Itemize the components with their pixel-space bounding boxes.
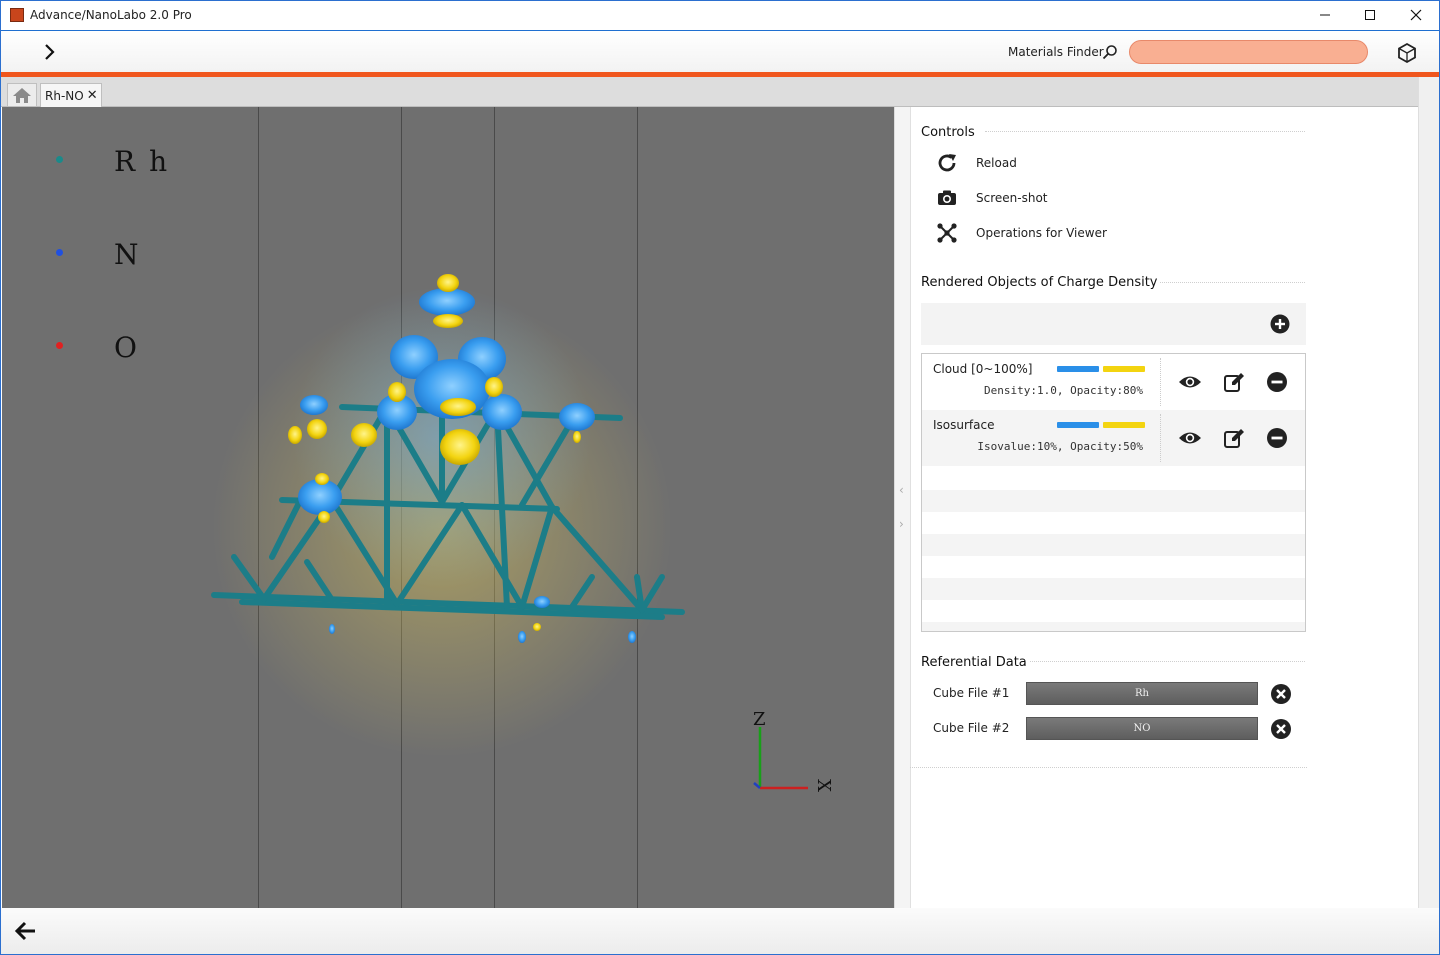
x-axis-label: X <box>812 779 834 792</box>
eye-icon <box>1179 376 1201 388</box>
reload-button[interactable]: Reload <box>935 149 1235 177</box>
operations-icon <box>935 221 959 245</box>
minus-circle-icon <box>1267 428 1287 448</box>
minimize-button[interactable] <box>1302 0 1348 30</box>
minimize-icon <box>1320 14 1330 16</box>
section-divider <box>910 767 1307 768</box>
scrollbar[interactable] <box>1418 77 1439 908</box>
back-button[interactable] <box>13 920 37 942</box>
materials-finder-search-input[interactable] <box>1129 40 1368 64</box>
materials-finder-text: Materials Finder <box>1008 45 1104 59</box>
rendered-objects-title: Rendered Objects of Charge Density <box>921 275 1158 290</box>
maximize-button[interactable] <box>1347 0 1393 30</box>
close-button[interactable] <box>1393 0 1439 30</box>
reload-label: Reload <box>976 156 1017 170</box>
rendered-object-row[interactable]: Isosurface Isovalue:10%, Opacity:50% <box>922 410 1305 466</box>
referential-data-title: Referential Data <box>921 655 1027 670</box>
collapse-left-icon[interactable]: ‹ <box>899 483 904 497</box>
reload-icon <box>935 151 959 175</box>
negative-color-swatch[interactable] <box>1057 422 1099 428</box>
edit-icon <box>1224 429 1244 448</box>
chevron-right-icon <box>45 44 55 60</box>
remove-button[interactable] <box>1265 370 1289 394</box>
tab-home[interactable] <box>7 83 37 107</box>
minus-circle-icon <box>1267 372 1287 392</box>
z-axis-label: Z <box>753 709 766 730</box>
screenshot-label: Screen-shot <box>976 191 1048 205</box>
screenshot-button[interactable]: Screen-shot <box>935 184 1235 212</box>
title-bar <box>0 0 1440 31</box>
operations-button[interactable]: Operations for Viewer <box>935 219 1235 247</box>
app-icon <box>10 8 24 22</box>
panel-splitter[interactable]: ‹ › <box>894 107 910 908</box>
visibility-button[interactable] <box>1178 426 1202 450</box>
section-divider <box>1160 282 1305 283</box>
controls-title: Controls <box>921 125 975 140</box>
edit-button[interactable] <box>1222 426 1246 450</box>
section-divider <box>1030 661 1305 662</box>
object-name: Isosurface <box>933 418 995 432</box>
tab-label: Rh-NO <box>45 88 84 103</box>
axes-gizmo <box>753 727 808 790</box>
remove-button[interactable] <box>1265 426 1289 450</box>
cube-file-1-clear-button[interactable] <box>1270 683 1292 705</box>
tab-close-icon[interactable]: ✕ <box>87 88 98 103</box>
search-icon <box>1102 44 1118 60</box>
positive-color-swatch[interactable] <box>1103 422 1145 428</box>
positive-color-swatch[interactable] <box>1103 366 1145 372</box>
cube-file-2-label: Cube File #2 <box>933 721 1010 735</box>
object-name: Cloud [0~100%] <box>933 362 1033 376</box>
operations-label: Operations for Viewer <box>976 226 1107 240</box>
add-object-button[interactable] <box>1270 314 1290 334</box>
materials-finder-label: Materials Finder <box>1008 45 1104 59</box>
home-icon <box>13 88 31 103</box>
eye-icon <box>1179 432 1201 444</box>
collapse-right-icon[interactable]: › <box>899 517 904 531</box>
window-title: Advance/NanoLabo 2.0 Pro <box>30 8 192 22</box>
bottom-bar <box>1 908 1439 954</box>
tab-rh-no[interactable]: Rh-NO ✕ <box>40 83 102 107</box>
edit-icon <box>1224 373 1244 392</box>
cube-file-2-clear-button[interactable] <box>1270 718 1292 740</box>
3d-viewer[interactable]: Rh N O Z X <box>2 107 894 908</box>
arrow-left-icon <box>14 921 35 941</box>
plus-circle-icon <box>1270 314 1290 334</box>
x-circle-icon <box>1271 684 1291 704</box>
structure-button[interactable] <box>1396 42 1418 64</box>
molecule-render <box>211 274 808 790</box>
object-detail: Density:1.0, Opacity:80% <box>984 384 1143 397</box>
camera-icon <box>935 186 959 210</box>
section-divider <box>985 131 1305 132</box>
rendered-object-row[interactable]: Cloud [0~100%] Density:1.0, Opacity:80% <box>922 354 1305 410</box>
object-detail: Isovalue:10%, Opacity:50% <box>977 440 1143 453</box>
hexagon-icon <box>1398 42 1416 64</box>
rendered-objects-header <box>921 303 1306 345</box>
edit-button[interactable] <box>1222 370 1246 394</box>
visibility-button[interactable] <box>1178 370 1202 394</box>
expand-menu-button[interactable] <box>40 42 60 62</box>
negative-color-swatch[interactable] <box>1057 366 1099 372</box>
cube-file-2-button[interactable]: NO <box>1026 717 1258 740</box>
cube-file-1-label: Cube File #1 <box>933 686 1010 700</box>
x-circle-icon <box>1271 719 1291 739</box>
maximize-icon <box>1365 10 1375 20</box>
close-icon <box>1410 9 1422 21</box>
tab-strip <box>0 77 1418 107</box>
rendered-objects-list: Cloud [0~100%] Density:1.0, Opacity:80% … <box>921 353 1306 632</box>
cube-file-1-button[interactable]: Rh <box>1026 682 1258 705</box>
